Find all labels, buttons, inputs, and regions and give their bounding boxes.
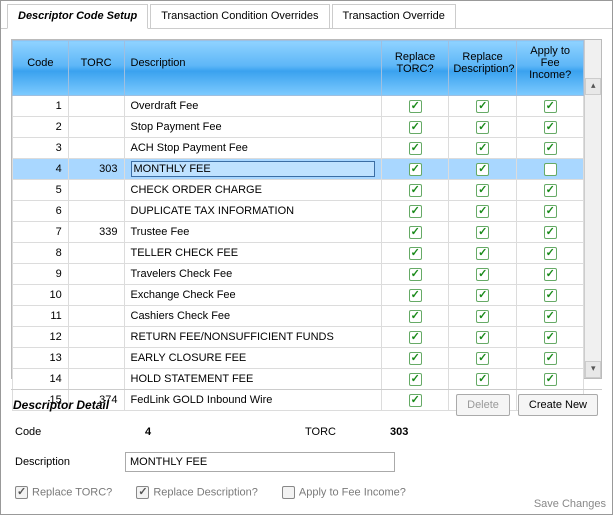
table-row[interactable]: 10Exchange Check Fee xyxy=(13,285,584,306)
checkbox-icon[interactable] xyxy=(476,100,489,113)
table-row[interactable]: 14HOLD STATEMENT FEE xyxy=(13,369,584,390)
checkbox-icon[interactable] xyxy=(409,163,422,176)
code-value: 4 xyxy=(145,426,265,438)
table-row[interactable]: 5CHECK ORDER CHARGE xyxy=(13,180,584,201)
col-header-replace-torc[interactable]: Replace TORC? xyxy=(381,41,449,96)
checkbox-icon[interactable] xyxy=(409,226,422,239)
detail-buttons: Delete Create New xyxy=(456,394,598,416)
tab-transaction-condition-overrides[interactable]: Transaction Condition Overrides xyxy=(150,4,329,28)
checkbox-icon[interactable] xyxy=(409,205,422,218)
detail-row-codes: Code 4 TORC 303 xyxy=(11,422,602,448)
checkbox-icon[interactable] xyxy=(409,289,422,302)
checkbox-icon[interactable] xyxy=(409,100,422,113)
checkbox-icon[interactable] xyxy=(544,205,557,218)
checkbox-icon[interactable] xyxy=(476,352,489,365)
descriptor-grid[interactable]: Code TORC Description Replace TORC? Repl… xyxy=(12,40,584,411)
checkbox-icon[interactable] xyxy=(409,121,422,134)
table-row[interactable]: 4303MONTHLY FEE xyxy=(13,159,584,180)
table-row[interactable]: 12RETURN FEE/NONSUFFICIENT FUNDS xyxy=(13,327,584,348)
checkbox-icon[interactable] xyxy=(544,100,557,113)
table-row[interactable]: 13EARLY CLOSURE FEE xyxy=(13,348,584,369)
tab-descriptor-code-setup[interactable]: Descriptor Code Setup xyxy=(7,4,148,29)
checkbox-icon[interactable] xyxy=(476,373,489,386)
table-row[interactable]: 9Travelers Check Fee xyxy=(13,264,584,285)
delete-button[interactable]: Delete xyxy=(456,394,510,416)
checkbox-icon[interactable] xyxy=(476,226,489,239)
replace-description-label: Replace Description? xyxy=(153,486,258,498)
checkbox-icon[interactable] xyxy=(409,373,422,386)
code-label: Code xyxy=(15,426,105,438)
checkbox-icon[interactable] xyxy=(409,142,422,155)
checkbox-icon[interactable] xyxy=(544,331,557,344)
description-label: Description xyxy=(15,456,105,468)
table-row[interactable]: 7339Trustee Fee xyxy=(13,222,584,243)
checkbox-icon[interactable] xyxy=(409,184,422,197)
table-row[interactable]: 8TELLER CHECK FEE xyxy=(13,243,584,264)
checkbox-icon[interactable] xyxy=(409,352,422,365)
checkbox-icon[interactable] xyxy=(544,247,557,260)
detail-row-description: Description xyxy=(11,448,602,476)
checkbox-icon[interactable] xyxy=(544,142,557,155)
replace-torc-checkbox[interactable]: Replace TORC? xyxy=(15,486,112,499)
checkbox-icon[interactable] xyxy=(476,310,489,323)
checkbox-icon[interactable] xyxy=(409,331,422,344)
checkbox-icon[interactable] xyxy=(409,247,422,260)
apply-fee-checkbox[interactable]: Apply to Fee Income? xyxy=(282,486,406,499)
apply-fee-label: Apply to Fee Income? xyxy=(299,486,406,498)
col-header-description[interactable]: Description xyxy=(124,41,381,96)
checkbox-icon[interactable] xyxy=(409,310,422,323)
torc-value: 303 xyxy=(390,426,510,438)
scroll-up-icon[interactable]: ▴ xyxy=(585,78,601,95)
table-row[interactable]: 3ACH Stop Payment Fee xyxy=(13,138,584,159)
replace-description-checkbox[interactable]: Replace Description? xyxy=(136,486,258,499)
checkbox-icon[interactable] xyxy=(476,331,489,344)
tab-transaction-override[interactable]: Transaction Override xyxy=(332,4,456,28)
checkbox-icon[interactable] xyxy=(476,205,489,218)
descriptor-code-setup-window: Descriptor Code Setup Transaction Condit… xyxy=(0,0,613,515)
checkbox-icon[interactable] xyxy=(544,268,557,281)
checkbox-icon[interactable] xyxy=(544,184,557,197)
col-header-torc[interactable]: TORC xyxy=(68,41,124,96)
table-row[interactable]: 1Overdraft Fee xyxy=(13,96,584,117)
description-input[interactable] xyxy=(125,452,395,472)
checkbox-icon[interactable] xyxy=(476,142,489,155)
checkbox-icon[interactable] xyxy=(544,121,557,134)
grid-container: Code TORC Description Replace TORC? Repl… xyxy=(11,39,602,379)
checkbox-icon[interactable] xyxy=(476,163,489,176)
checkbox-icon[interactable] xyxy=(409,268,422,281)
checkbox-icon[interactable] xyxy=(544,226,557,239)
table-row[interactable]: 11Cashiers Check Fee xyxy=(13,306,584,327)
col-header-apply-fee[interactable]: Apply to Fee Income? xyxy=(516,41,584,96)
checkbox-icon[interactable] xyxy=(544,289,557,302)
detail-row-checkboxes: Replace TORC? Replace Description? Apply… xyxy=(11,476,602,503)
content-area: Code TORC Description Replace TORC? Repl… xyxy=(1,29,612,509)
checkbox-icon[interactable] xyxy=(476,184,489,197)
table-row[interactable]: 6DUPLICATE TAX INFORMATION xyxy=(13,201,584,222)
checkbox-icon[interactable] xyxy=(544,163,557,176)
checkbox-icon[interactable] xyxy=(476,289,489,302)
create-new-button[interactable]: Create New xyxy=(518,394,598,416)
checkbox-icon[interactable] xyxy=(476,247,489,260)
scroll-down-icon[interactable]: ▾ xyxy=(585,361,601,378)
replace-torc-label: Replace TORC? xyxy=(32,486,112,498)
checkbox-icon[interactable] xyxy=(476,121,489,134)
save-changes-button[interactable]: Save Changes xyxy=(534,498,606,510)
vertical-scrollbar[interactable]: ▴ ▾ xyxy=(584,40,601,378)
torc-label: TORC xyxy=(305,426,336,438)
descriptor-detail-panel: Delete Create New Descriptor Detail Code… xyxy=(11,389,602,503)
tab-strip: Descriptor Code Setup Transaction Condit… xyxy=(1,1,612,29)
checkbox-icon[interactable] xyxy=(544,352,557,365)
checkbox-icon[interactable] xyxy=(544,310,557,323)
col-header-code[interactable]: Code xyxy=(13,41,69,96)
checkbox-icon[interactable] xyxy=(476,268,489,281)
checkbox-icon[interactable] xyxy=(544,373,557,386)
table-row[interactable]: 2Stop Payment Fee xyxy=(13,117,584,138)
col-header-replace-description[interactable]: Replace Description? xyxy=(449,41,517,96)
